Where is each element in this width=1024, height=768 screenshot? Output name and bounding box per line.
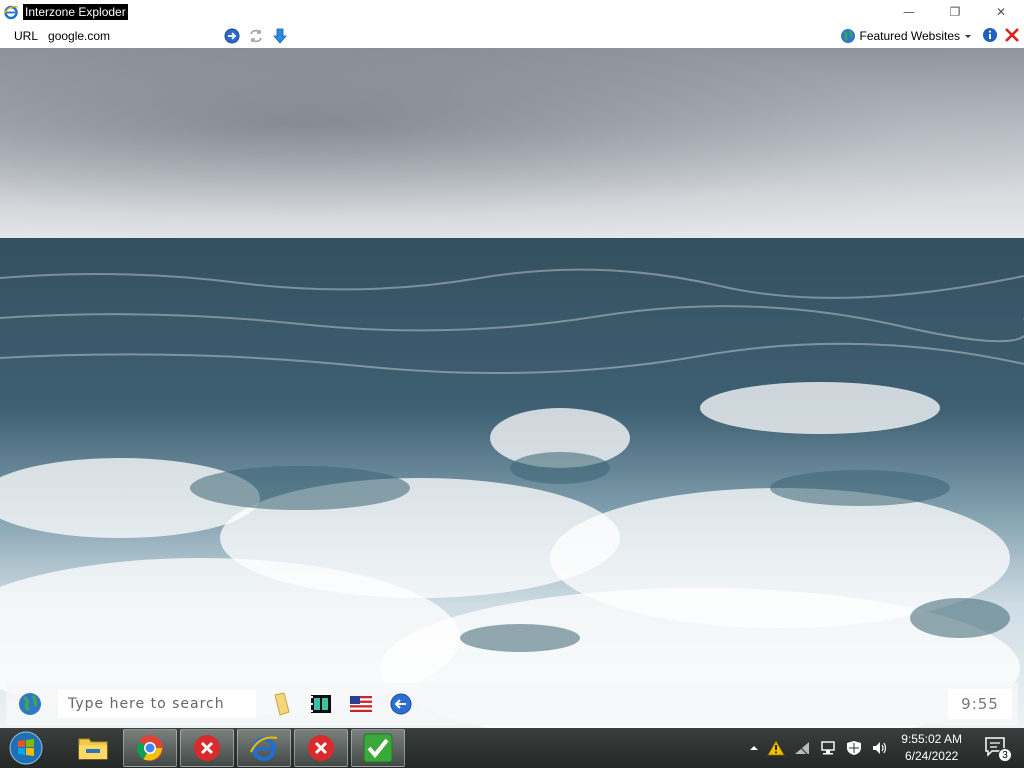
- taskbar-chrome[interactable]: [123, 729, 177, 767]
- start-button[interactable]: [0, 728, 52, 768]
- taskbar-file-explorer[interactable]: [66, 729, 120, 767]
- search-input[interactable]: Type here to search: [58, 690, 256, 718]
- warning-icon[interactable]: [767, 740, 785, 756]
- go-arrow-icon[interactable]: [224, 28, 240, 44]
- network-icon[interactable]: [819, 740, 837, 756]
- minimize-button[interactable]: —: [886, 0, 932, 23]
- close-button[interactable]: ✕: [978, 0, 1024, 23]
- network-disconnected-icon[interactable]: [793, 740, 811, 756]
- title-bar: Interzone Exploder — ❐ ✕: [0, 0, 1024, 23]
- window-title: Interzone Exploder: [23, 3, 128, 20]
- sky-area: [0, 48, 1024, 238]
- address-bar: URL google.com Featured Websites: [0, 23, 1024, 48]
- tray-icons: [749, 740, 889, 756]
- system-tray: 9:55:02 AM 6/24/2022 3: [749, 728, 1024, 768]
- refresh-icon[interactable]: [248, 28, 264, 44]
- taskbar-date: 6/24/2022: [904, 749, 959, 763]
- globe-icon: [840, 28, 855, 43]
- taskbar-clock[interactable]: 9:55:02 AM 6/24/2022: [901, 731, 962, 765]
- featured-websites-menu[interactable]: Featured Websites: [840, 23, 973, 48]
- download-arrow-icon[interactable]: [272, 28, 288, 44]
- show-hidden-icons-caret[interactable]: [749, 743, 759, 753]
- info-icon[interactable]: [982, 27, 998, 43]
- red-x-icon: [308, 735, 334, 761]
- featured-websites-label: Featured Websites: [859, 28, 961, 43]
- taskbar-internet-explorer[interactable]: [237, 729, 291, 767]
- search-shortcuts: [272, 692, 412, 716]
- taskbar-checkmark-app[interactable]: [351, 729, 405, 767]
- desktop-wallpaper: [0, 48, 1024, 728]
- red-x-icon: [194, 735, 220, 761]
- url-label: URL: [14, 28, 39, 43]
- ie-icon: [3, 5, 19, 19]
- taskbar-error-app-1[interactable]: [180, 729, 234, 767]
- folder-icon[interactable]: [272, 692, 292, 716]
- security-shield-icon[interactable]: [845, 740, 863, 756]
- windows-orb-icon: [9, 731, 43, 765]
- window-controls: — ❐ ✕: [886, 0, 1024, 23]
- notification-center-button[interactable]: 3: [984, 735, 1012, 762]
- dropdown-caret-icon: [965, 34, 971, 38]
- ocean-waves-image: [0, 238, 1024, 728]
- taskbar-time: 9:55:02 AM: [901, 732, 962, 746]
- restore-button[interactable]: ❐: [932, 0, 978, 23]
- chrome-icon: [136, 735, 163, 761]
- folder-icon: [78, 738, 108, 760]
- url-input[interactable]: google.com: [48, 29, 178, 43]
- taskbar: 9:55:02 AM 6/24/2022 3: [0, 728, 1024, 768]
- ie-icon: [250, 736, 278, 761]
- stop-x-icon[interactable]: [1004, 27, 1020, 43]
- search-bar: Type here to search 9:55: [6, 683, 1018, 725]
- volume-icon[interactable]: [871, 740, 889, 756]
- back-arrow-icon[interactable]: [390, 693, 412, 715]
- green-check-icon: [363, 733, 393, 763]
- notification-count-badge: 3: [998, 748, 1012, 762]
- film-icon[interactable]: [310, 694, 332, 714]
- nav-buttons: [224, 28, 288, 44]
- globe-icon[interactable]: [18, 692, 42, 716]
- us-flag-icon[interactable]: [350, 696, 372, 712]
- addressbar-right-icons: [982, 27, 1020, 43]
- taskbar-error-app-2[interactable]: [294, 729, 348, 767]
- search-clock: 9:55: [948, 689, 1012, 719]
